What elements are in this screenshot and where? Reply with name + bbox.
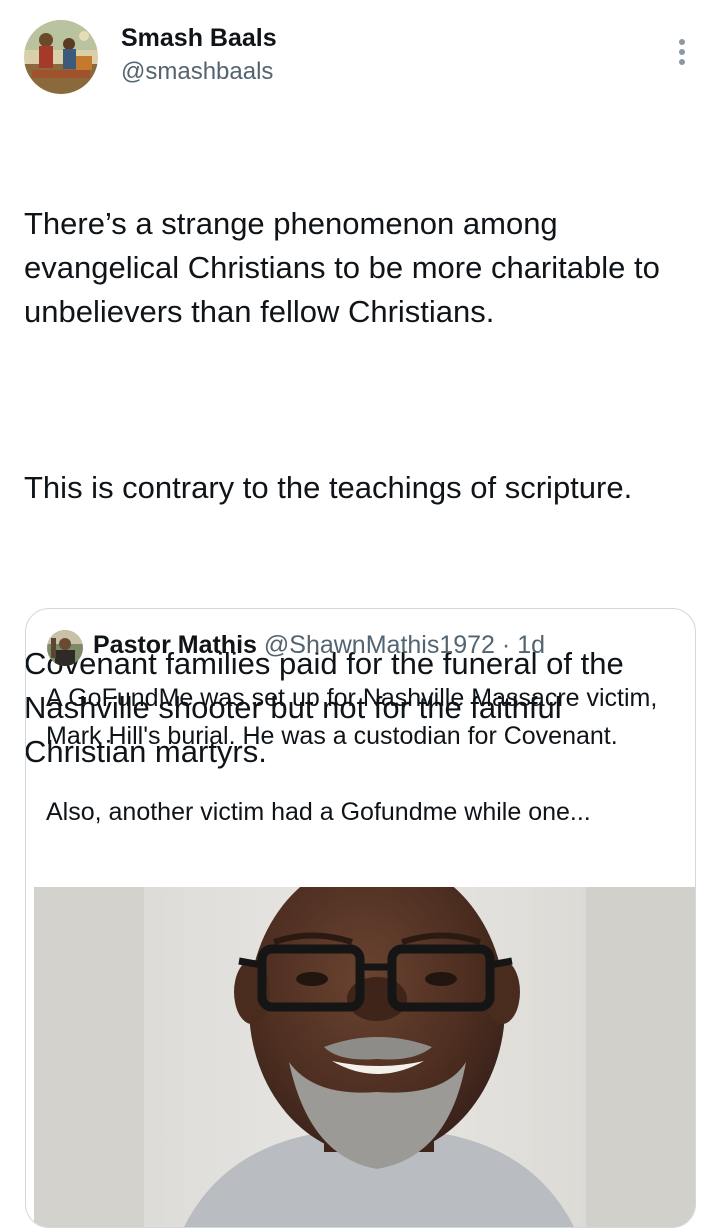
tweet-paragraph: There’s a strange phenomenon among evang… (24, 206, 669, 329)
quoted-text: A GoFundMe was set up for Nashville Mass… (46, 679, 686, 831)
quoted-author-avatar[interactable] (47, 630, 83, 666)
author-avatar[interactable] (24, 20, 98, 94)
quoted-media-image[interactable] (34, 887, 695, 1227)
quoted-tweet-card[interactable]: Pastor Mathis @ShawnMathis1972 · 1d A Go… (25, 608, 696, 1228)
quoted-author-handle: @ShawnMathis1972 (263, 631, 495, 659)
quoted-header: Pastor Mathis @ShawnMathis1972 · 1d (93, 631, 545, 660)
more-options-button[interactable] (664, 34, 700, 70)
quoted-timestamp[interactable]: 1d (517, 631, 545, 659)
quoted-separator: · (501, 631, 511, 659)
tweet-paragraph: This is contrary to the teachings of scr… (24, 470, 633, 505)
person-avatar-icon (47, 630, 83, 666)
quoted-paragraph: A GoFundMe was set up for Nashville Mass… (46, 684, 658, 750)
more-vertical-icon (679, 39, 685, 65)
painting-avatar-icon (24, 20, 98, 94)
quoted-author-name[interactable]: Pastor Mathis (93, 631, 257, 659)
tweet[interactable]: Smash Baals @smashbaals There’s a strang… (0, 0, 720, 1228)
author-handle: @smashbaals (121, 58, 274, 85)
man-portrait-photo (34, 887, 695, 1227)
quoted-paragraph: Also, another victim had a Gofundme whil… (46, 798, 591, 826)
author-display-name[interactable]: Smash Baals (121, 24, 277, 53)
